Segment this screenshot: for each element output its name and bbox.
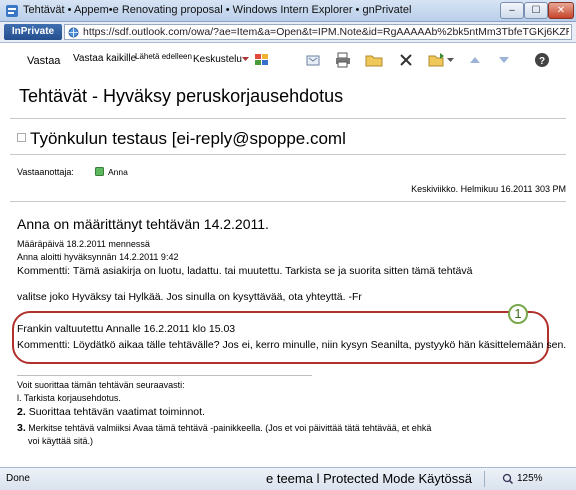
url-text: https://sdf.outlook.com/owa/?ae=Item&a=O… (83, 26, 569, 38)
steps-intro: Voit suorittaa tämän tehtävän seuraavast… (17, 380, 185, 390)
chevron-down-icon[interactable] (446, 55, 455, 65)
step-text: Merkitse tehtävä valmiiksi Avaa tämä teh… (28, 423, 432, 433)
delete-icon[interactable] (397, 52, 415, 68)
body-heading: Anna on määrittänyt tehtävän 14.2.2011. (17, 216, 269, 232)
step-3: 3. Merkitse tehtävä valmiiksi Avaa tämä … (17, 422, 431, 434)
divider (17, 375, 312, 376)
callout-highlight (12, 311, 549, 364)
comment-line: Kommentti: Löydätkö aikaa tälle tehtäväl… (17, 339, 567, 351)
url-field[interactable]: https://sdf.outlook.com/owa/?ae=Item&a=O… (64, 24, 572, 40)
ie-icon (6, 5, 18, 17)
message-toolbar: Vastaa Vastaa kaikille Lähetä edelleen K… (0, 43, 576, 77)
zoom-level[interactable]: 125% (517, 473, 543, 484)
move-folder-icon[interactable] (428, 52, 446, 68)
title-bar: Tehtävät • Appem•e Renovating proposal •… (0, 0, 576, 22)
sender-line[interactable]: Työnkulun testaus [ei-reply@spoppe.coml (17, 129, 346, 149)
message-subject: Tehtävät - Hyväksy peruskorjausehdotus (19, 86, 344, 106)
folder-icon[interactable] (365, 52, 383, 68)
step-text: Suorittaa tehtävän vaatimat toiminnot. (28, 406, 205, 418)
divider (484, 471, 485, 487)
status-bar: Done e teema l Protected Mode Käytössä 1… (0, 467, 576, 490)
message-pane: Tehtävät - Hyväksy peruskorjausehdotus T… (0, 77, 576, 467)
page-icon (68, 27, 79, 38)
flag-icon[interactable] (17, 133, 26, 142)
step-1: l. Tarkista korjausehdotus. (17, 393, 121, 403)
print-icon[interactable] (334, 52, 352, 68)
up-arrow-icon[interactable] (466, 52, 484, 68)
presence-icon (95, 167, 104, 176)
due-date-line: Määräpäivä 18.2.2011 mennessä (17, 239, 150, 249)
comment-line: valitse joko Hyväksy tai Hylkää. Jos sin… (17, 291, 362, 303)
step-number: 3. (17, 422, 26, 434)
close-button[interactable]: ✕ (548, 2, 574, 19)
step-2: 2. Suorittaa tehtävän vaatimat toiminnot… (17, 406, 205, 418)
svg-text:?: ? (539, 56, 545, 67)
reply-button[interactable]: Vastaa (27, 55, 60, 67)
comment-line: Kommentti: Tämä asiakirja on luotu, lada… (17, 265, 473, 277)
help-icon[interactable]: ? (533, 52, 551, 68)
protected-mode-status[interactable]: e teema l Protected Mode Käytössä (266, 471, 472, 486)
window-title: Tehtävät • Appem•e Renovating proposal •… (23, 4, 412, 16)
reply-all-button[interactable]: Vastaa kaikille (73, 53, 136, 64)
address-bar: InPrivate https://sdf.outlook.com/owa/?a… (0, 22, 576, 43)
to-label: Vastaanottaja: (17, 167, 74, 177)
step-3-continued: voi käyttää sitä.) (28, 436, 94, 446)
move-icon[interactable] (305, 52, 323, 68)
divider (10, 201, 566, 202)
chevron-down-icon[interactable] (241, 54, 250, 64)
inprivate-badge[interactable]: InPrivate (4, 24, 62, 40)
down-arrow-icon[interactable] (495, 52, 513, 68)
delegation-line: Frankin valtuutettu Annalle 16.2.2011 kl… (17, 323, 236, 335)
forward-button[interactable]: Lähetä edelleen (135, 52, 192, 61)
category-icon[interactable] (253, 52, 271, 68)
sent-date: Keskiviikko. Helmikuu 16.2011 303 PM (411, 184, 566, 194)
started-line: Anna aloitti hyväksynnän 14.2.2011 9:42 (17, 252, 179, 262)
callout-number: 1 (508, 304, 528, 324)
minimize-button[interactable]: – (500, 2, 524, 19)
divider (10, 118, 566, 119)
divider (10, 154, 566, 155)
maximize-button[interactable]: ☐ (524, 2, 548, 19)
sender-name: Työnkulun testaus [ei-reply@spoppe.coml (30, 129, 346, 148)
zoom-icon[interactable] (502, 473, 514, 485)
conversation-button[interactable]: Keskustelu (193, 54, 242, 65)
step-number: 2. (17, 406, 26, 418)
recipient-name[interactable]: Anna (108, 167, 128, 177)
status-text: Done (6, 473, 30, 484)
